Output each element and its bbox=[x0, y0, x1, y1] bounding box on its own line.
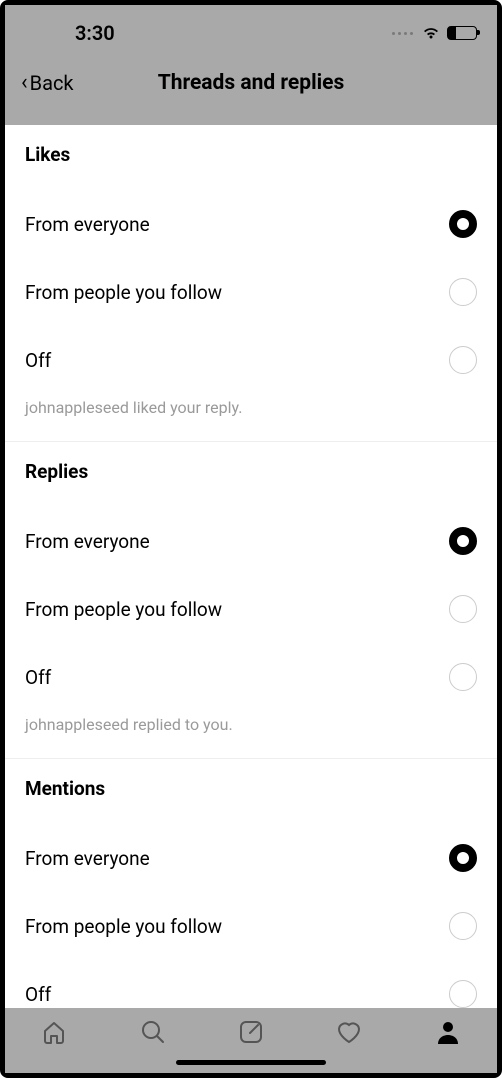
radio-selected-icon bbox=[449, 844, 477, 872]
battery-icon bbox=[447, 26, 477, 40]
mentions-option-off[interactable]: Off bbox=[25, 960, 477, 1008]
likes-option-following[interactable]: From people you follow bbox=[25, 258, 477, 326]
chevron-left-icon: ‹ bbox=[21, 72, 28, 94]
compose-icon bbox=[237, 1018, 265, 1046]
tab-search[interactable] bbox=[137, 1016, 169, 1048]
radio-label: From everyone bbox=[25, 847, 150, 870]
section-replies-title: Replies bbox=[25, 460, 477, 483]
likes-hint: johnappleseed liked your reply. bbox=[25, 394, 477, 441]
tab-bar bbox=[5, 1008, 497, 1073]
tab-activity[interactable] bbox=[333, 1016, 365, 1048]
section-likes: Likes From everyone From people you foll… bbox=[5, 125, 497, 442]
wifi-icon bbox=[421, 26, 441, 40]
radio-selected-icon bbox=[449, 527, 477, 555]
search-icon bbox=[139, 1018, 167, 1046]
radio-unselected-icon bbox=[449, 346, 477, 374]
person-icon bbox=[434, 1018, 462, 1046]
nav-bar: ‹ Back Threads and replies bbox=[5, 53, 497, 113]
replies-hint: johnappleseed replied to you. bbox=[25, 711, 477, 758]
status-bar: 3:30 bbox=[5, 5, 497, 53]
heart-icon bbox=[335, 1018, 363, 1046]
radio-label: Off bbox=[25, 349, 51, 372]
mentions-option-everyone[interactable]: From everyone bbox=[25, 824, 477, 892]
radio-label: Off bbox=[25, 666, 51, 689]
mentions-option-following[interactable]: From people you follow bbox=[25, 892, 477, 960]
radio-unselected-icon bbox=[449, 595, 477, 623]
status-icons bbox=[392, 26, 477, 40]
radio-selected-icon bbox=[449, 210, 477, 238]
tab-home[interactable] bbox=[38, 1016, 70, 1048]
home-indicator[interactable] bbox=[176, 1060, 326, 1065]
radio-label: From people you follow bbox=[25, 915, 222, 938]
replies-option-following[interactable]: From people you follow bbox=[25, 575, 477, 643]
likes-option-everyone[interactable]: From everyone bbox=[25, 190, 477, 258]
page-title: Threads and replies bbox=[21, 71, 481, 95]
section-likes-title: Likes bbox=[25, 143, 477, 166]
radio-label: From people you follow bbox=[25, 598, 222, 621]
radio-label: From everyone bbox=[25, 530, 150, 553]
cellular-dots-icon bbox=[392, 32, 413, 35]
tab-compose[interactable] bbox=[235, 1016, 267, 1048]
replies-option-everyone[interactable]: From everyone bbox=[25, 507, 477, 575]
dimmed-header: 3:30 ‹ Back Threads and replies bbox=[5, 5, 497, 125]
back-label: Back bbox=[30, 71, 74, 95]
likes-option-off[interactable]: Off bbox=[25, 326, 477, 394]
radio-label: From people you follow bbox=[25, 281, 222, 304]
status-time: 3:30 bbox=[75, 21, 115, 45]
section-replies: Replies From everyone From people you fo… bbox=[5, 442, 497, 759]
home-icon bbox=[40, 1018, 68, 1046]
replies-option-off[interactable]: Off bbox=[25, 643, 477, 711]
section-mentions: Mentions From everyone From people you f… bbox=[5, 759, 497, 1008]
radio-unselected-icon bbox=[449, 980, 477, 1008]
radio-unselected-icon bbox=[449, 912, 477, 940]
radio-label: Off bbox=[25, 983, 51, 1006]
section-mentions-title: Mentions bbox=[25, 777, 477, 800]
back-button[interactable]: ‹ Back bbox=[21, 71, 74, 95]
radio-label: From everyone bbox=[25, 213, 150, 236]
tab-profile[interactable] bbox=[432, 1016, 464, 1048]
radio-unselected-icon bbox=[449, 278, 477, 306]
radio-unselected-icon bbox=[449, 663, 477, 691]
settings-content: Likes From everyone From people you foll… bbox=[5, 125, 497, 1008]
